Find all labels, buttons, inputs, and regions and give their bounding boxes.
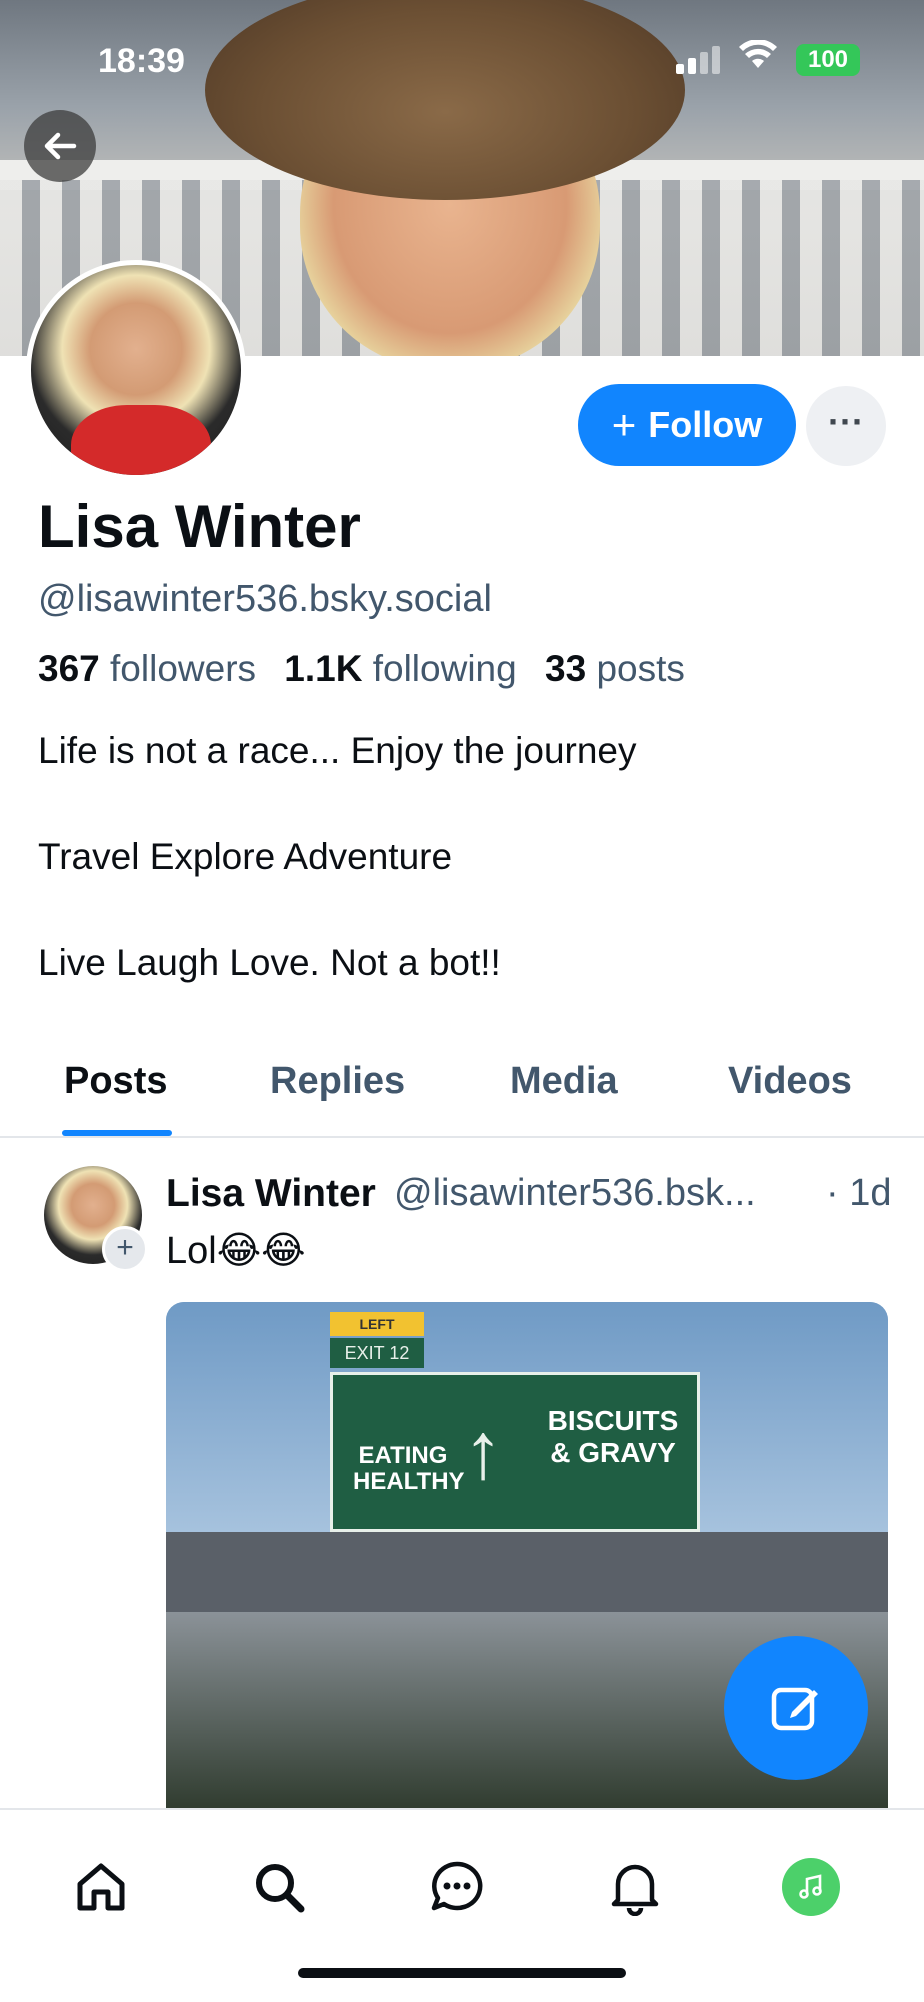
battery-indicator: 100 — [796, 44, 860, 76]
nav-search[interactable] — [244, 1852, 314, 1922]
profile-tabs: Posts Replies Media Videos — [0, 1040, 924, 1138]
bio-line: Life is not a race... Enjoy the journey — [38, 730, 637, 771]
compose-button[interactable] — [724, 1636, 868, 1780]
back-button[interactable] — [24, 110, 96, 182]
avatar-shirt — [71, 405, 211, 475]
signal-icon — [676, 46, 722, 74]
following-stat[interactable]: 1.1K following — [284, 648, 534, 689]
highway-sign: EATING HEALTHY ↑ BISCUITS & GRAVY — [330, 1372, 700, 1532]
follow-label: Follow — [648, 404, 763, 445]
chat-icon — [431, 1861, 483, 1911]
profile-handle: @lisawinter536.bsky.social — [38, 578, 492, 620]
active-tab-indicator — [62, 1130, 172, 1136]
bio-line: Live Laugh Love. Not a bot!! — [38, 942, 501, 983]
post-time: · 1d — [826, 1172, 892, 1214]
more-options-button[interactable]: ··· — [806, 386, 886, 466]
sign-left-text: EATING HEALTHY — [353, 1442, 465, 1495]
home-icon — [77, 1863, 125, 1911]
search-icon — [256, 1864, 305, 1913]
bio-line: Travel Explore Adventure — [38, 836, 453, 877]
tab-videos[interactable]: Videos — [728, 1060, 852, 1103]
post-author[interactable]: Lisa Winter — [166, 1172, 376, 1216]
profile-stats: 367 followers 1.1K following 33 posts — [38, 648, 703, 690]
nav-home[interactable] — [66, 1852, 136, 1922]
home-indicator — [298, 1968, 626, 1978]
plus-icon: + — [611, 401, 637, 448]
nav-notifications[interactable] — [600, 1852, 670, 1922]
bell-icon — [611, 1864, 659, 1916]
post-text: Lol😂😂 — [166, 1230, 306, 1272]
tab-media[interactable]: Media — [510, 1060, 618, 1103]
wifi-icon — [738, 39, 778, 81]
nav-profile[interactable] — [776, 1852, 846, 1922]
back-arrow-icon — [44, 132, 77, 160]
tab-posts[interactable]: Posts — [64, 1060, 167, 1103]
music-icon — [782, 1858, 840, 1916]
tab-replies[interactable]: Replies — [270, 1060, 405, 1103]
profile-avatar[interactable] — [26, 260, 246, 480]
status-bar: 18:39 100 — [0, 0, 924, 110]
exit-tag: LEFT — [330, 1312, 424, 1336]
follow-button[interactable]: + Follow — [578, 384, 796, 466]
profile-name: Lisa Winter — [38, 493, 361, 560]
post-handle[interactable]: @lisawinter536.bsk... — [394, 1172, 756, 1215]
exit-number: EXIT 12 — [330, 1338, 424, 1368]
sign-right-text: BISCUITS & GRAVY — [547, 1405, 679, 1468]
compose-icon — [771, 1687, 818, 1731]
follow-plus-icon[interactable]: + — [102, 1226, 148, 1272]
split-arrow-icon: ↑ — [463, 1406, 503, 1495]
nav-chat[interactable] — [422, 1852, 492, 1922]
posts-stat: 33 posts — [545, 648, 685, 689]
image-bridge — [166, 1532, 888, 1612]
status-time: 18:39 — [98, 42, 185, 80]
followers-stat[interactable]: 367 followers — [38, 648, 274, 689]
